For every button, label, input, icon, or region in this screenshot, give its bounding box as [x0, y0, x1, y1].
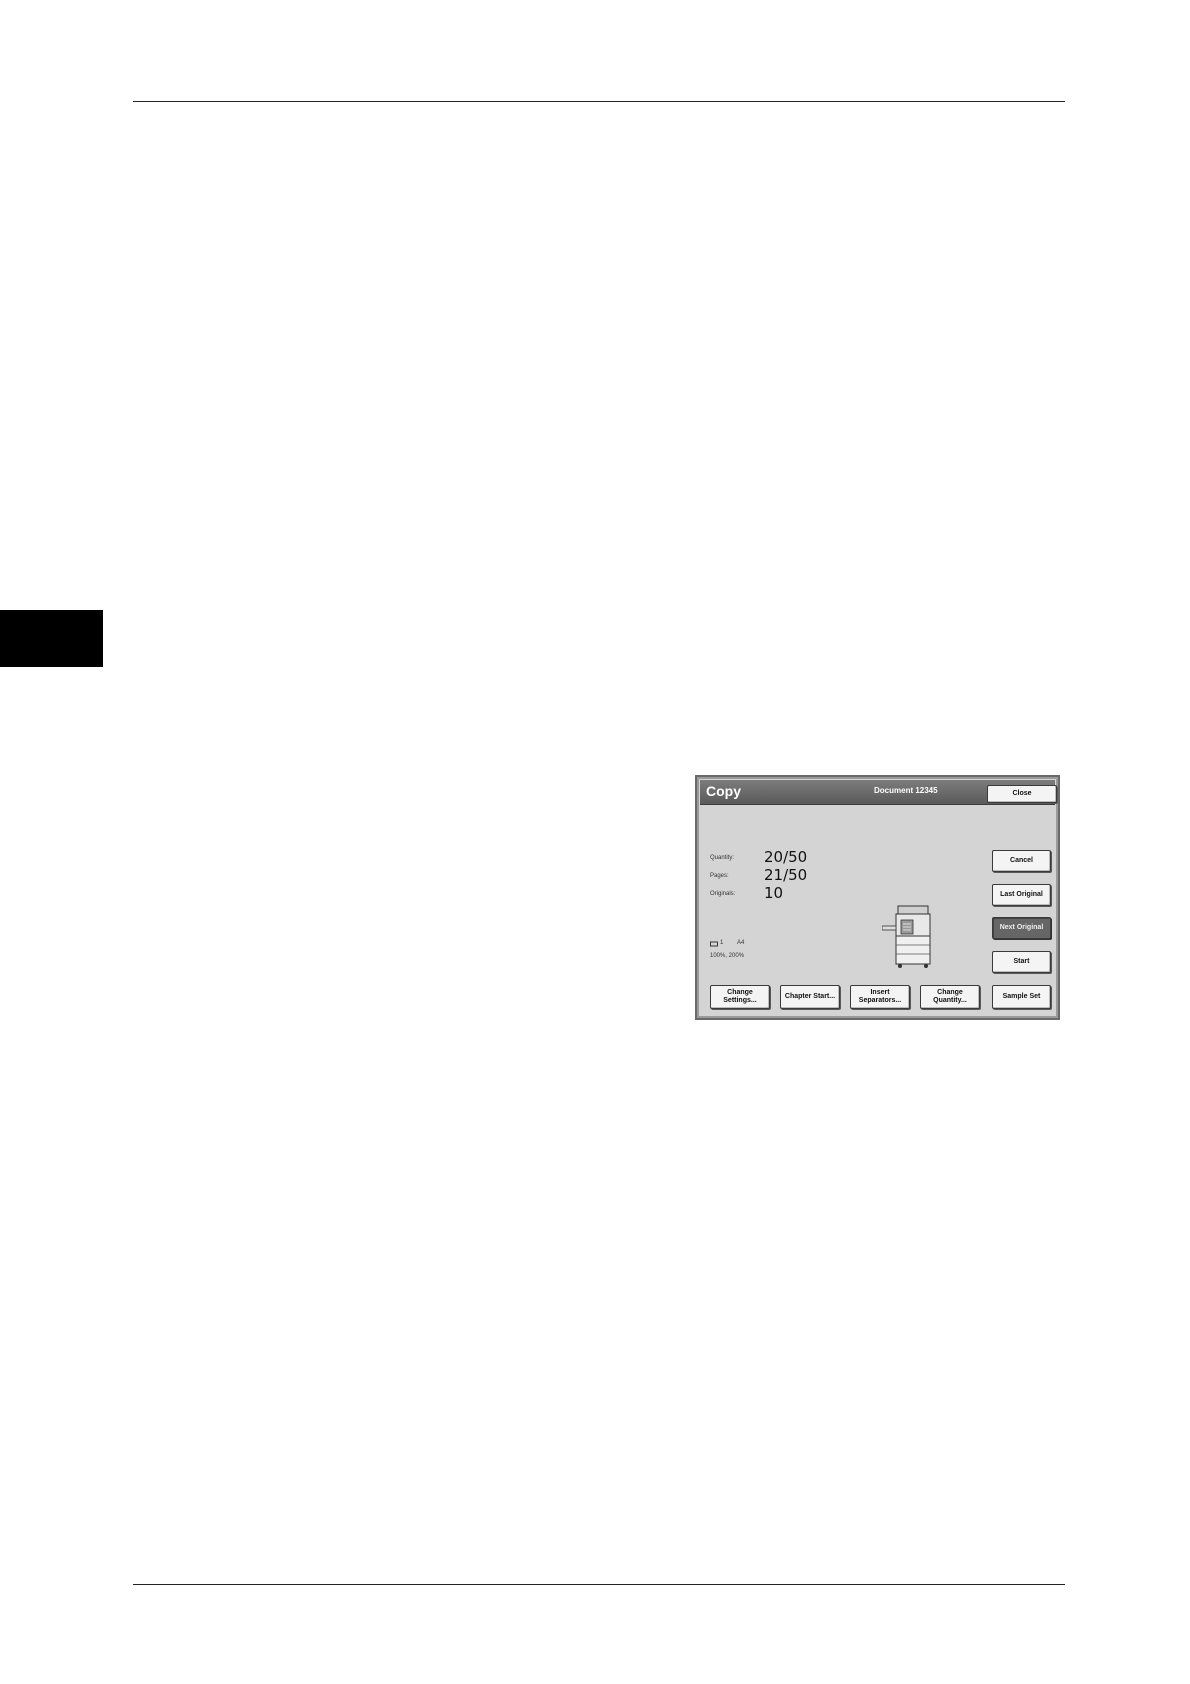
insert-separators-button[interactable]: Insert Separators...	[850, 985, 910, 1009]
paper-size: A4	[737, 940, 745, 946]
chapter-tab	[0, 610, 103, 667]
start-button[interactable]: Start	[992, 951, 1051, 973]
tray-number: 1	[720, 940, 724, 946]
title-bar: Copy Document 12345 Close	[700, 780, 1057, 805]
change-settings-button[interactable]: Change Settings...	[710, 985, 770, 1009]
next-original-button[interactable]: Next Original	[992, 917, 1051, 939]
sample-set-button[interactable]: Sample Set	[992, 985, 1051, 1009]
last-original-button[interactable]: Last Original	[992, 884, 1051, 906]
originals-value: 10	[764, 884, 784, 902]
change-quantity-button[interactable]: Change Quantity...	[920, 985, 980, 1009]
quantity-value: 20/50	[764, 848, 808, 866]
pages-value: 21/50	[764, 866, 808, 884]
close-button[interactable]: Close	[987, 785, 1057, 803]
ratio-text: 100%, 200%	[710, 953, 745, 959]
copy-screen: Copy Document 12345 Close Quantity: 20/5…	[695, 775, 1060, 1020]
tray-icon	[710, 941, 718, 949]
document-name: Document 12345	[874, 786, 938, 795]
originals-label: Originals:	[710, 891, 736, 897]
printer-machine-icon	[882, 905, 931, 968]
pages-label: Pages:	[710, 873, 729, 879]
quantity-label: Quantity:	[710, 855, 735, 861]
chapter-start-button[interactable]: Chapter Start...	[780, 985, 840, 1009]
screen-title: Copy	[706, 783, 741, 799]
header-rule	[133, 101, 1065, 102]
footer-rule	[133, 1584, 1065, 1585]
cancel-button[interactable]: Cancel	[992, 850, 1051, 872]
